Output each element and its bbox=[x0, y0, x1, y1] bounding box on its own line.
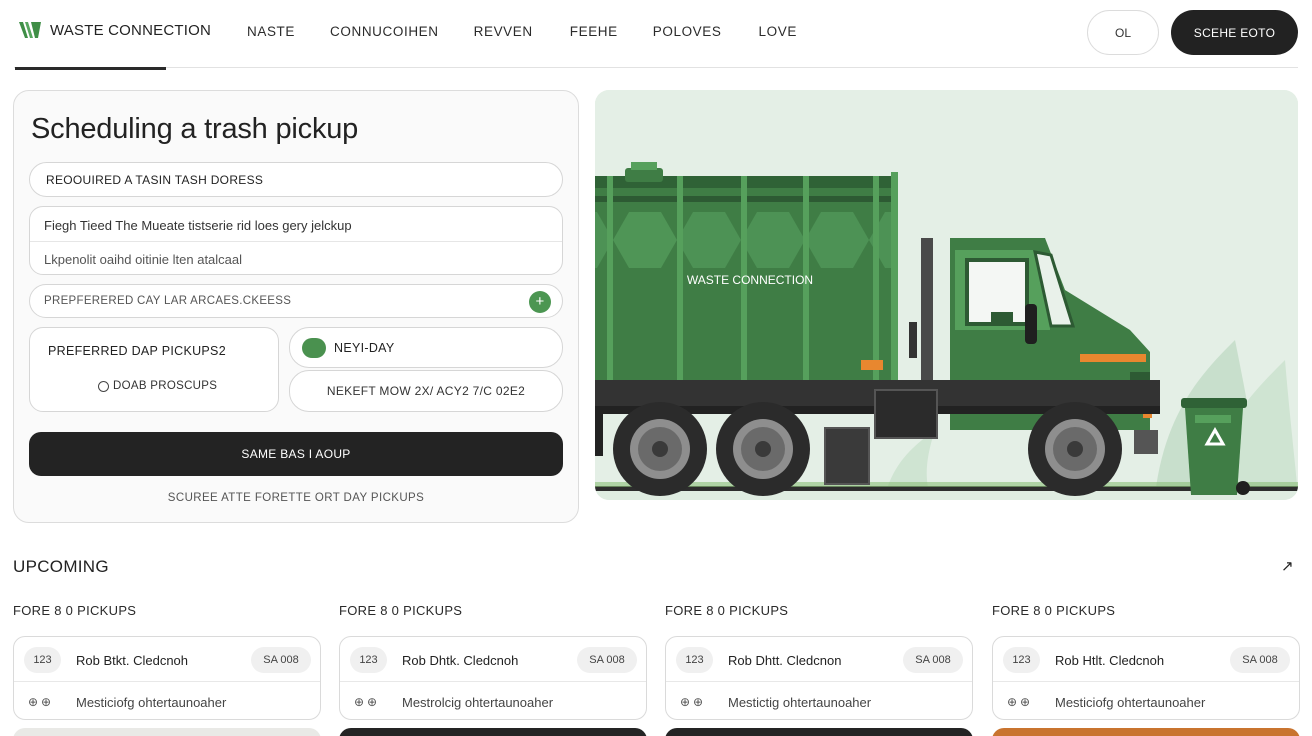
card-divider bbox=[340, 681, 646, 682]
pickup-code-badge: SA 008 bbox=[1230, 647, 1290, 673]
nav-link-revven[interactable]: REVVEN bbox=[474, 24, 533, 39]
pickup-number: 123 bbox=[350, 647, 387, 673]
form-footnote: SCUREE ATTE FORETTE ORT DAY PICKUPS bbox=[167, 492, 425, 504]
column-label: FORE 8 0 PICKUPS bbox=[13, 603, 137, 618]
preferred-pickup-label: PREFERRED DAP PICKUPS2 bbox=[48, 344, 226, 358]
submit-button[interactable]: SAME BAS I AOUP bbox=[29, 432, 563, 476]
column-label: FORE 8 0 PICKUPS bbox=[992, 603, 1116, 618]
pickup-number: 123 bbox=[24, 647, 61, 673]
top-nav: WASTE CONNECTION NASTE CONNUCOIHEN REVVE… bbox=[0, 0, 1312, 66]
pickup-name: Rob Htlt. Cledcnoh bbox=[1055, 653, 1165, 668]
time-slot-field[interactable]: NEKEFT MOW 2X/ ACY2 7/C 02E2 bbox=[289, 370, 563, 412]
pickup-code-badge: SA 008 bbox=[577, 647, 637, 673]
pickup-icons: ⊕⊕ bbox=[354, 695, 381, 709]
truck-brand-text: WASTE CONNECTION bbox=[687, 273, 813, 287]
next-card-top[interactable] bbox=[13, 728, 321, 736]
pickup-card[interactable]: 123 Rob Dhtk. Cledcnoh SA 008 ⊕⊕ Mestrol… bbox=[339, 636, 647, 720]
preferred-pickup-option[interactable]: DOAB PROSCUPS bbox=[98, 380, 217, 392]
pickup-icons: ⊕⊕ bbox=[1007, 695, 1034, 709]
column-label: FORE 8 0 PICKUPS bbox=[665, 603, 789, 618]
address-field[interactable]: REOOUIRED A TASIN TASH DORESS bbox=[29, 162, 563, 197]
radio-icon[interactable] bbox=[98, 380, 109, 392]
garbage-truck-illustration: WASTE CONNECTION bbox=[595, 90, 1298, 500]
pickup-card[interactable]: 123 Rob Btkt. Cledcnoh SA 008 ⊕⊕ Mestici… bbox=[13, 636, 321, 720]
brand-logo-icon bbox=[19, 22, 41, 38]
preferred-option-label: DOAB PROSCUPS bbox=[113, 380, 218, 392]
pickup-meta: Mesticiofg ohtertaunoaher bbox=[1055, 695, 1206, 710]
brand-name: WASTE CONNECTION bbox=[50, 21, 211, 39]
primary-cta-button[interactable]: SCEHE EOTO bbox=[1171, 10, 1298, 55]
card-divider bbox=[993, 681, 1299, 682]
pickup-icons: ⊕⊕ bbox=[28, 695, 55, 709]
add-icon[interactable]: + bbox=[529, 291, 551, 313]
next-day-toggle[interactable]: NEYI-DAY bbox=[289, 327, 563, 368]
pickup-name: Rob Dhtk. Cledcnoh bbox=[402, 653, 519, 668]
pickup-meta: Mesticiofg ohtertaunoaher bbox=[76, 695, 227, 710]
next-card-top[interactable] bbox=[665, 728, 973, 736]
nav-active-indicator bbox=[15, 67, 166, 70]
pickup-code-badge: SA 008 bbox=[251, 647, 311, 673]
ghost-button[interactable]: OL bbox=[1087, 10, 1159, 55]
preferred-day-input[interactable]: PREPFERERED CAY LAR ARCAES.CKEESS + bbox=[29, 284, 563, 318]
pickup-number: 123 bbox=[1003, 647, 1040, 673]
nav-link-connucoihen[interactable]: CONNUCOIHEN bbox=[330, 24, 439, 39]
pickup-icons: ⊕⊕ bbox=[680, 695, 707, 709]
pickup-code-badge: SA 008 bbox=[903, 647, 963, 673]
pickup-name: Rob Dhtt. Cledcnon bbox=[728, 653, 842, 668]
upcoming-title: UPCOMING bbox=[13, 557, 109, 576]
notes-line-2: Lkpenolit oaihd oitinie lten atalcaal bbox=[44, 252, 243, 267]
nav-divider bbox=[14, 67, 1298, 68]
preferred-day-placeholder: PREPFERERED CAY LAR ARCAES.CKEESS bbox=[44, 295, 292, 307]
pickup-meta: Mestictig ohtertaunoaher bbox=[728, 695, 872, 710]
pickup-number: 123 bbox=[676, 647, 713, 673]
next-day-label: NEYI-DAY bbox=[334, 341, 395, 355]
nav-links: NASTE CONNUCOIHEN REVVEN FEEHE POLOVES L… bbox=[247, 24, 797, 39]
schedule-form-card: Scheduling a trash pickup REOOUIRED A TA… bbox=[13, 90, 579, 523]
hero-truck-illustration: WASTE CONNECTION bbox=[595, 90, 1298, 500]
nav-link-feehe[interactable]: FEEHE bbox=[570, 24, 618, 39]
card-divider bbox=[14, 681, 320, 682]
notes-field[interactable]: Fiegh Tieed The Mueate tistserie rid loe… bbox=[29, 206, 563, 275]
nav-link-naste[interactable]: NASTE bbox=[247, 24, 295, 39]
card-divider bbox=[666, 681, 972, 682]
pickup-card[interactable]: 123 Rob Dhtt. Cledcnon SA 008 ⊕⊕ Mestict… bbox=[665, 636, 973, 720]
preferred-pickup-box: PREFERRED DAP PICKUPS2 DOAB PROSCUPS bbox=[29, 327, 279, 412]
nav-link-poloves[interactable]: POLOVES bbox=[653, 24, 722, 39]
pickup-card[interactable]: 123 Rob Htlt. Cledcnoh SA 008 ⊕⊕ Mestici… bbox=[992, 636, 1300, 720]
column-label: FORE 8 0 PICKUPS bbox=[339, 603, 463, 618]
arrow-up-right-icon[interactable]: ↗ bbox=[1281, 557, 1294, 575]
notes-divider bbox=[30, 241, 562, 242]
brand[interactable]: WASTE CONNECTION bbox=[18, 19, 211, 41]
pickup-meta: Mestrolcig ohtertaunoaher bbox=[402, 695, 554, 710]
pickup-name: Rob Btkt. Cledcnoh bbox=[76, 653, 189, 668]
nav-link-love[interactable]: LOVE bbox=[759, 24, 797, 39]
form-title: Scheduling a trash pickup bbox=[31, 113, 359, 145]
wheel-icon bbox=[613, 402, 707, 496]
toggle-dot-icon bbox=[302, 338, 326, 358]
notes-line-1: Fiegh Tieed The Mueate tistserie rid loe… bbox=[44, 218, 352, 233]
next-card-top[interactable] bbox=[992, 728, 1300, 736]
next-card-top[interactable] bbox=[339, 728, 647, 736]
